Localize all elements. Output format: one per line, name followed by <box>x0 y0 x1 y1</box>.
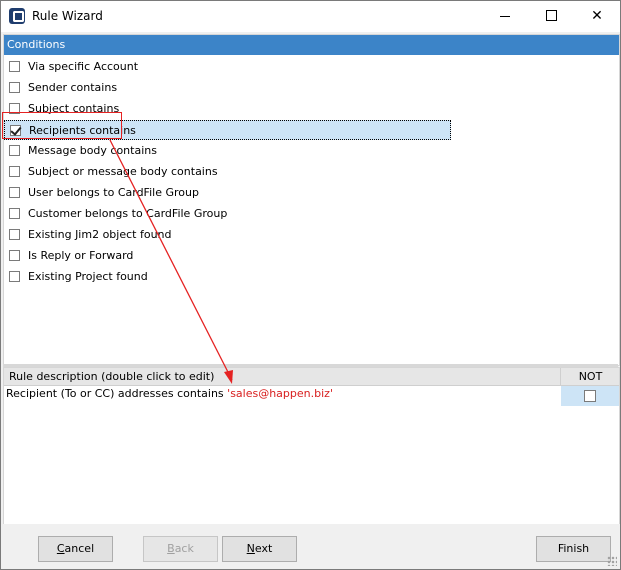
close-icon: ✕ <box>591 8 603 24</box>
condition-checkbox[interactable] <box>9 61 20 72</box>
condition-item-subject-or-body-contains[interactable]: Subject or message body contains <box>4 162 454 182</box>
condition-label: Existing Jim2 object found <box>28 228 172 241</box>
rule-description-header: Rule description (double click to edit) … <box>4 368 619 386</box>
condition-label: User belongs to CardFile Group <box>28 186 199 199</box>
back-button[interactable]: Back <box>143 536 218 562</box>
condition-item-via-specific-account[interactable]: Via specific Account <box>4 57 454 77</box>
condition-item-message-body-contains[interactable]: Message body contains <box>4 141 454 161</box>
condition-checkbox[interactable] <box>9 166 20 177</box>
conditions-header: Conditions <box>4 35 619 55</box>
next-button[interactable]: Next <box>222 536 297 562</box>
finish-label: Finish <box>557 542 590 555</box>
resize-grip-icon[interactable] <box>607 556 617 566</box>
not-column-header: NOT <box>560 368 620 385</box>
minimize-button[interactable] <box>482 1 528 32</box>
conditions-panel: Conditions Via specific Account Sender c… <box>3 34 620 366</box>
back-mnemonic: B <box>167 542 175 555</box>
condition-item-existing-project[interactable]: Existing Project found <box>4 267 454 287</box>
condition-item-user-cardfile-group[interactable]: User belongs to CardFile Group <box>4 183 454 203</box>
rule-description-column: Rule description (double click to edit) <box>9 370 215 383</box>
cancel-mnemonic: C <box>56 542 65 555</box>
wizard-footer: Cancel Back Next Finish <box>1 524 620 569</box>
window-title: Rule Wizard <box>32 9 103 23</box>
condition-label: Sender contains <box>28 81 118 94</box>
rule-wizard-window: Rule Wizard ✕ Conditions Via specific Ac… <box>0 0 621 570</box>
next-mnemonic: N <box>246 542 255 555</box>
rule-text-prefix: Recipient (To or CC) addresses contains <box>6 387 228 400</box>
condition-checkbox[interactable] <box>9 82 20 93</box>
maximize-icon <box>545 9 557 21</box>
minimize-icon <box>500 15 510 17</box>
condition-label: Via specific Account <box>28 60 139 73</box>
annotation-highlight-box <box>2 112 122 139</box>
condition-checkbox[interactable] <box>9 187 20 198</box>
title-bar: Rule Wizard ✕ <box>1 1 620 32</box>
condition-checkbox[interactable] <box>9 145 20 156</box>
not-cell <box>561 386 619 406</box>
condition-label: Subject or message body contains <box>28 165 218 178</box>
condition-checkbox[interactable] <box>9 271 20 282</box>
cancel-button[interactable]: Cancel <box>38 536 113 562</box>
rule-description-text[interactable]: Recipient (To or CC) addresses contains … <box>6 387 333 400</box>
condition-label: Message body contains <box>28 144 157 157</box>
condition-item-existing-jim2-object[interactable]: Existing Jim2 object found <box>4 225 454 245</box>
condition-label: Existing Project found <box>28 270 148 283</box>
not-checkbox[interactable] <box>584 390 596 402</box>
condition-checkbox[interactable] <box>9 229 20 240</box>
next-label: ext <box>254 542 273 555</box>
rule-value-close-quote[interactable]: ' <box>330 387 333 400</box>
back-label: ack <box>174 542 194 555</box>
condition-label: Is Reply or Forward <box>28 249 134 262</box>
condition-checkbox[interactable] <box>9 208 20 219</box>
condition-checkbox[interactable] <box>9 250 20 261</box>
condition-label: Customer belongs to CardFile Group <box>28 207 228 220</box>
condition-item-customer-cardfile-group[interactable]: Customer belongs to CardFile Group <box>4 204 454 224</box>
condition-item-sender-contains[interactable]: Sender contains <box>4 78 454 98</box>
rule-value-link[interactable]: sales@happen.biz <box>230 387 330 400</box>
cancel-label: ancel <box>64 542 95 555</box>
close-button[interactable]: ✕ <box>574 1 620 32</box>
rule-description-panel: Rule description (double click to edit) … <box>3 367 620 526</box>
finish-button[interactable]: Finish <box>536 536 611 562</box>
maximize-button[interactable] <box>528 1 574 32</box>
condition-item-reply-or-forward[interactable]: Is Reply or Forward <box>4 246 454 266</box>
jim2-app-icon <box>9 8 25 24</box>
